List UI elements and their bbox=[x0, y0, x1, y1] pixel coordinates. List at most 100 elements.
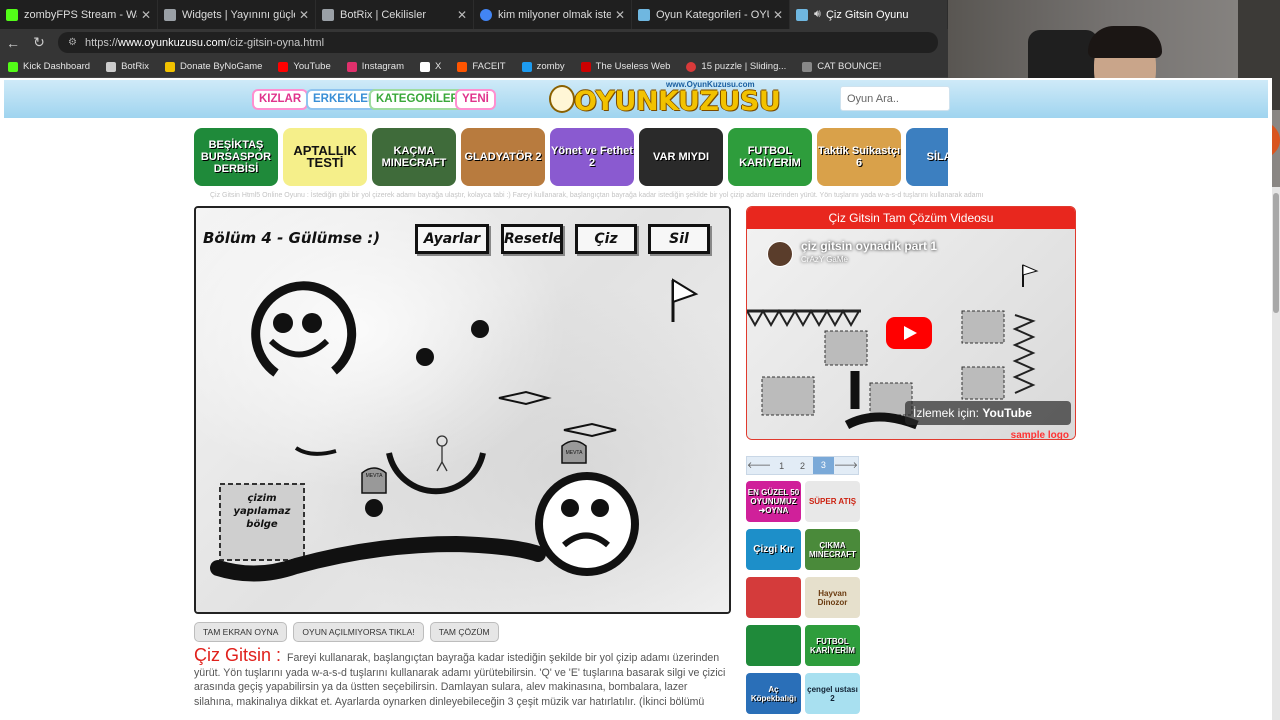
draw-button[interactable]: Çiz bbox=[575, 224, 637, 254]
site-info-icon[interactable]: ⚙ bbox=[68, 37, 77, 48]
useless-web-icon bbox=[580, 61, 591, 72]
bomb-marker bbox=[361, 467, 387, 494]
close-icon[interactable]: ✕ bbox=[457, 8, 467, 22]
nav-kategoriler[interactable]: KATEGORİLER bbox=[369, 89, 466, 110]
full-solution-button[interactable]: TAM ÇÖZÜM bbox=[429, 622, 499, 642]
reload-icon[interactable]: ↻ bbox=[26, 34, 52, 51]
url-field[interactable]: ⚙ https://www.oyunkuzusu.com/ciz-gitsin-… bbox=[58, 32, 938, 53]
tab-kick[interactable]: zombyFPS Stream - Watch Live on✕ bbox=[0, 0, 158, 29]
bookmark-x[interactable]: X bbox=[420, 61, 441, 72]
game-action-buttons: TAM EKRAN OYNA OYUN AÇILMIYORSA TIKLA! T… bbox=[194, 622, 499, 642]
close-icon[interactable]: ✕ bbox=[615, 8, 625, 22]
back-icon[interactable]: ← bbox=[0, 35, 26, 51]
tab-categories[interactable]: Oyun Kategorileri - OYUN KUZUSU✕ bbox=[632, 0, 790, 29]
side-game-thumb[interactable]: FUTBOL KARİYERİM bbox=[805, 625, 860, 666]
video-player[interactable]: çiz gitsin oynadık part 1 CrAzY GaMe İzl… bbox=[747, 229, 1075, 439]
game-thumb-yonet-ve-fethet[interactable]: Yönet ve Fethet 2 bbox=[550, 128, 634, 186]
bookmark-useless-web[interactable]: The Useless Web bbox=[580, 61, 670, 72]
tab-google[interactable]: kim milyoner olmak ister oyna - G✕ bbox=[474, 0, 632, 29]
kick-icon bbox=[6, 8, 18, 21]
page-3[interactable]: 3 bbox=[812, 457, 834, 474]
lamb-icon bbox=[549, 85, 575, 113]
bookmark-instagram[interactable]: Instagram bbox=[346, 61, 404, 72]
side-game-thumb[interactable]: çengel ustası 2 bbox=[805, 673, 860, 714]
side-game-thumb[interactable]: ÇIKMA MINECRAFT bbox=[805, 529, 860, 570]
reset-button[interactable]: Resetle bbox=[501, 224, 563, 254]
oyunkuzusu-icon bbox=[796, 8, 808, 21]
game-canvas[interactable]: Bölüm 4 - Gülümse :) Ayarlar Resetle Çiz… bbox=[194, 206, 731, 614]
game-description: Çiz Gitsin : Fareyi kullanarak, başlangı… bbox=[194, 645, 726, 709]
game-not-opening-button[interactable]: OYUN AÇILMIYORSA TIKLA! bbox=[293, 622, 424, 642]
close-icon[interactable]: ✕ bbox=[141, 8, 151, 22]
rocket bbox=[563, 422, 617, 438]
game-thumb-besiktas-bursaspor[interactable]: BEŞİKTAŞ BURSASPOR DERBİSİ bbox=[194, 128, 278, 186]
page-1[interactable]: 1 bbox=[771, 461, 792, 471]
speaker-icon[interactable]: 🔊︎ bbox=[814, 8, 821, 21]
bookmark-youtube[interactable]: YouTube bbox=[278, 61, 331, 72]
sad-face bbox=[535, 472, 639, 576]
bookmark-kick-dashboard[interactable]: Kick Dashboard bbox=[8, 61, 90, 72]
game-thumb-taktik-suikastci[interactable]: Taktik Suikastçı 6 bbox=[817, 128, 901, 186]
prev-page-icon[interactable]: 🡐 bbox=[747, 460, 771, 471]
game-thumb-kacma-minecraft[interactable]: KAÇMA MINECRAFT bbox=[372, 128, 456, 186]
erase-button[interactable]: Sil bbox=[648, 224, 710, 254]
channel-avatar[interactable] bbox=[767, 241, 793, 267]
youtube-logo: YouTube bbox=[982, 406, 1032, 420]
level-title: Bölüm 4 - Gülümse :) bbox=[203, 229, 381, 247]
settings-button[interactable]: Ayarlar bbox=[415, 224, 489, 254]
game-thumb-aptallik-testi[interactable]: APTALLIK TESTİ bbox=[283, 128, 367, 186]
video-channel[interactable]: CrAzY GaMe bbox=[801, 255, 848, 264]
nav-yeni[interactable]: YENİ bbox=[455, 89, 496, 110]
game-thumb-futbol-kariyerim[interactable]: FUTBOL KARİYERİM bbox=[728, 128, 812, 186]
side-game-thumb[interactable]: SÜPER ATIŞ bbox=[805, 481, 860, 522]
video-title[interactable]: çiz gitsin oynadık part 1 bbox=[801, 239, 937, 253]
close-icon[interactable]: ✕ bbox=[299, 8, 309, 22]
side-game-thumb[interactable]: Çizgi Kır bbox=[746, 529, 801, 570]
side-game-thumb[interactable]: EN GÜZEL 50 OYUNUMUZ ➜OYNA bbox=[746, 481, 801, 522]
side-game-thumb[interactable] bbox=[746, 625, 801, 666]
page-2[interactable]: 2 bbox=[792, 461, 813, 471]
solution-video[interactable]: Çiz Gitsin Tam Çözüm Videosu çiz gitsin … bbox=[746, 206, 1076, 440]
watch-on-youtube[interactable]: İzlemek için: YouTube bbox=[905, 401, 1071, 425]
puzzle-icon bbox=[686, 61, 697, 72]
address-bar: ← ↻ ⚙ https://www.oyunkuzusu.com/ciz-git… bbox=[0, 29, 948, 56]
rocket bbox=[498, 390, 552, 406]
botrix-icon bbox=[322, 8, 334, 21]
bookmark-donate[interactable]: Donate ByNoGame bbox=[165, 61, 262, 72]
tab-ciz-gitsin[interactable]: 🔊︎ Çiz Gitsin Oyunu bbox=[790, 0, 948, 29]
next-page-icon[interactable]: 🡒 bbox=[834, 460, 858, 471]
game-thumb-silahli[interactable]: SİLAHLI bbox=[906, 128, 948, 186]
game-thumb-var-miydi[interactable]: VAR MIYDI bbox=[639, 128, 723, 186]
site-logo[interactable]: www.OyunKuzusu.com OYUNKUZUSU bbox=[546, 80, 781, 118]
bookmark-zomby[interactable]: zomby bbox=[521, 61, 565, 72]
bynogame-icon bbox=[165, 61, 176, 72]
side-game-thumb[interactable] bbox=[746, 577, 801, 618]
search-input[interactable]: Oyun Ara.. bbox=[840, 86, 950, 111]
bowl-shape bbox=[386, 452, 486, 495]
tab-botrix[interactable]: BotRix | Cekilisler ✕ bbox=[316, 0, 474, 29]
bomb-label: MEVTA bbox=[565, 450, 583, 456]
game-scene bbox=[210, 278, 699, 582]
tab-widgets[interactable]: Widgets | Yayınını güçlendirmek i✕ bbox=[158, 0, 316, 29]
webcam-person-hair bbox=[1088, 26, 1162, 58]
side-game-thumb[interactable]: Aç Köpekbalığı bbox=[746, 673, 801, 714]
ball bbox=[416, 348, 434, 366]
bookmark-faceit[interactable]: FACEIT bbox=[457, 61, 506, 72]
bookmarks-bar: Kick Dashboard BotRix Donate ByNoGame Yo… bbox=[0, 56, 948, 78]
pagination: 🡐 1 2 3 🡒 bbox=[746, 456, 859, 475]
bookmark-botrix[interactable]: BotRix bbox=[106, 61, 149, 72]
game-name: Çiz Gitsin : bbox=[194, 645, 282, 665]
play-icon[interactable] bbox=[886, 317, 932, 349]
widget-icon bbox=[164, 8, 176, 21]
stick-man bbox=[436, 435, 448, 472]
page-scrollbar[interactable] bbox=[1272, 187, 1280, 720]
close-icon[interactable]: ✕ bbox=[773, 8, 783, 22]
bookmark-cat-bounce[interactable]: CAT BOUNCE! bbox=[802, 61, 881, 72]
side-game-thumb[interactable]: Hayvan Dinozor bbox=[805, 577, 860, 618]
game-thumb-gladyator-2[interactable]: GLADYATÖR 2 bbox=[461, 128, 545, 186]
nav-kizlar[interactable]: KIZLAR bbox=[252, 89, 309, 110]
google-icon bbox=[480, 8, 492, 21]
scrollbar-thumb[interactable] bbox=[1273, 193, 1279, 313]
fullscreen-button[interactable]: TAM EKRAN OYNA bbox=[194, 622, 288, 642]
bookmark-15-puzzle[interactable]: 15 puzzle | Sliding... bbox=[686, 61, 786, 72]
